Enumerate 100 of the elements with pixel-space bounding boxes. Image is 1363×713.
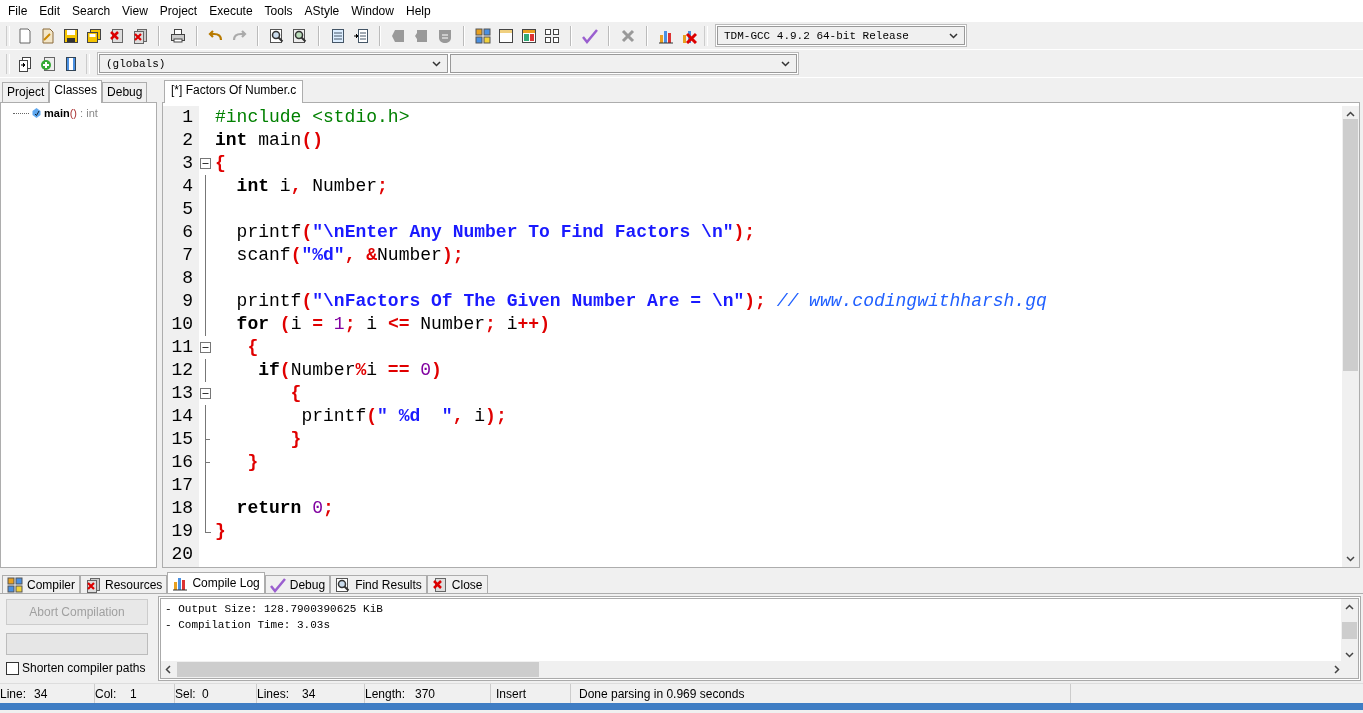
code-line: scanf("%d", &Number);: [235, 244, 465, 267]
scroll-up-icon[interactable]: [1346, 111, 1355, 117]
code-line: {: [289, 382, 303, 405]
line-number: 1: [181, 106, 194, 129]
close-all-icon[interactable]: [132, 27, 148, 44]
collapse-icon[interactable]: [200, 342, 211, 353]
menu-item[interactable]: Edit: [33, 1, 67, 21]
scrollbar-thumb[interactable]: [1343, 119, 1358, 371]
grid-icon: [7, 576, 23, 593]
checkmark-icon[interactable]: [582, 27, 598, 44]
code-line: if(Number%i == 0): [257, 359, 443, 382]
code-line: {: [246, 336, 260, 359]
line-number: 10: [170, 313, 194, 336]
menu-item[interactable]: Window: [345, 1, 400, 21]
grid-icon[interactable]: [475, 27, 491, 44]
line-number: 5: [181, 198, 194, 221]
code-line: }: [215, 520, 227, 543]
line-number: 6: [181, 221, 194, 244]
save-all-icon[interactable]: [86, 27, 102, 44]
panel-tab[interactable]: Debug: [102, 82, 148, 102]
collapse-icon[interactable]: [200, 388, 211, 399]
checkbox-label: Shorten compiler paths: [22, 661, 146, 675]
menu-item[interactable]: AStyle: [298, 1, 346, 21]
colored-window-icon[interactable]: [521, 27, 537, 44]
status-value: 1: [130, 686, 137, 701]
scroll-down-icon[interactable]: [1346, 556, 1355, 562]
panel-tab[interactable]: Compile Log: [167, 572, 265, 593]
code-line: printf("\nEnter Any Number To Find Factors \n");: [235, 221, 757, 244]
project-icon[interactable]: [17, 55, 33, 72]
panel-tab[interactable]: Classes: [49, 80, 103, 103]
status-value: Insert: [496, 686, 526, 701]
add-file-icon[interactable]: [40, 55, 56, 72]
checkbox[interactable]: [6, 661, 19, 675]
line-number: 14: [170, 405, 194, 428]
panel-tab[interactable]: Close: [426, 575, 488, 593]
code-line: for (i = 1; i <= Number; i++): [235, 313, 551, 336]
scope-dropdown[interactable]: (globals): [99, 54, 448, 73]
checkmark-icon: [269, 576, 286, 593]
caret-icon: [949, 32, 958, 39]
file-tab[interactable]: [*] Factors Of Number.c: [164, 80, 304, 103]
code-line: }: [246, 451, 260, 474]
line-number: 17: [170, 474, 194, 497]
code-line: printf("\nFactors Of The Given Number Are = \n"); // www.codingwithharsh.gq: [235, 290, 1048, 313]
line-number: 19: [170, 520, 194, 543]
scroll-up-icon[interactable]: [1345, 604, 1354, 610]
code-line: return 0;: [235, 497, 335, 520]
line-number: 7: [181, 244, 194, 267]
book-icon[interactable]: [63, 55, 79, 72]
code-line: }: [289, 428, 303, 451]
scroll-down-icon[interactable]: [1345, 652, 1354, 658]
caret-icon: [432, 60, 441, 67]
line-number: 9: [181, 290, 194, 313]
grid-icon[interactable]: [544, 27, 560, 44]
function-icon: [32, 107, 41, 119]
panel-tab[interactable]: Find Results: [330, 575, 427, 593]
bar-chart-icon: [172, 575, 189, 591]
panel-tab[interactable]: Debug: [264, 575, 331, 593]
open-file-icon[interactable]: [40, 27, 56, 44]
line-number: 12: [170, 359, 194, 382]
line-number: 3: [181, 152, 194, 175]
compiler-dropdown[interactable]: TDM-GCC 4.9.2 64-bit Release: [717, 26, 965, 45]
menu-item[interactable]: File: [2, 1, 34, 21]
line-number: 13: [170, 382, 194, 405]
menu-item[interactable]: Tools: [258, 1, 299, 21]
menu-item[interactable]: Project: [153, 1, 204, 21]
scroll-right-icon[interactable]: [1334, 665, 1340, 674]
menu-item[interactable]: Help: [399, 1, 437, 21]
panel-tab[interactable]: Project: [2, 82, 50, 102]
window-icon[interactable]: [498, 27, 514, 44]
menu-item[interactable]: Execute: [203, 1, 259, 21]
search-icon: [335, 576, 352, 593]
close-file-icon[interactable]: [109, 27, 125, 44]
status-value: 370: [415, 686, 436, 701]
panel-tab[interactable]: Resources: [80, 575, 168, 593]
menu-item[interactable]: View: [116, 1, 154, 21]
code-line: int i, Number;: [235, 175, 389, 198]
save-icon[interactable]: [63, 27, 79, 44]
status-label: Length:: [365, 686, 407, 701]
code-line: int main(): [215, 129, 325, 152]
status-value: 34: [34, 686, 48, 701]
line-number: 11: [170, 336, 194, 359]
collapse-icon[interactable]: [200, 158, 211, 169]
line-number: 15: [170, 428, 194, 451]
line-number: 18: [170, 497, 194, 520]
class-tree-item[interactable]: main() : int: [44, 107, 98, 119]
scrollbar-thumb[interactable]: [1342, 622, 1357, 639]
indent-icon[interactable]: [330, 27, 346, 44]
scrollbar-thumb[interactable]: [177, 662, 539, 677]
log-line: - Compilation Time: 3.03s: [165, 618, 332, 633]
search-icon[interactable]: [269, 27, 285, 44]
scroll-left-icon[interactable]: [165, 665, 171, 674]
print-icon[interactable]: [170, 27, 186, 44]
code-line: printf(" %d ", i);: [300, 405, 508, 428]
log-line: - Output Size: 128.7900390625 KiB: [165, 602, 384, 617]
line-number: 4: [181, 175, 194, 198]
panel-tab[interactable]: Compiler: [2, 575, 80, 593]
unindent-icon[interactable]: [353, 27, 369, 44]
menu-item[interactable]: Search: [66, 1, 117, 21]
replace-icon[interactable]: [292, 27, 308, 44]
code-line: #include <stdio.h>: [215, 106, 411, 129]
